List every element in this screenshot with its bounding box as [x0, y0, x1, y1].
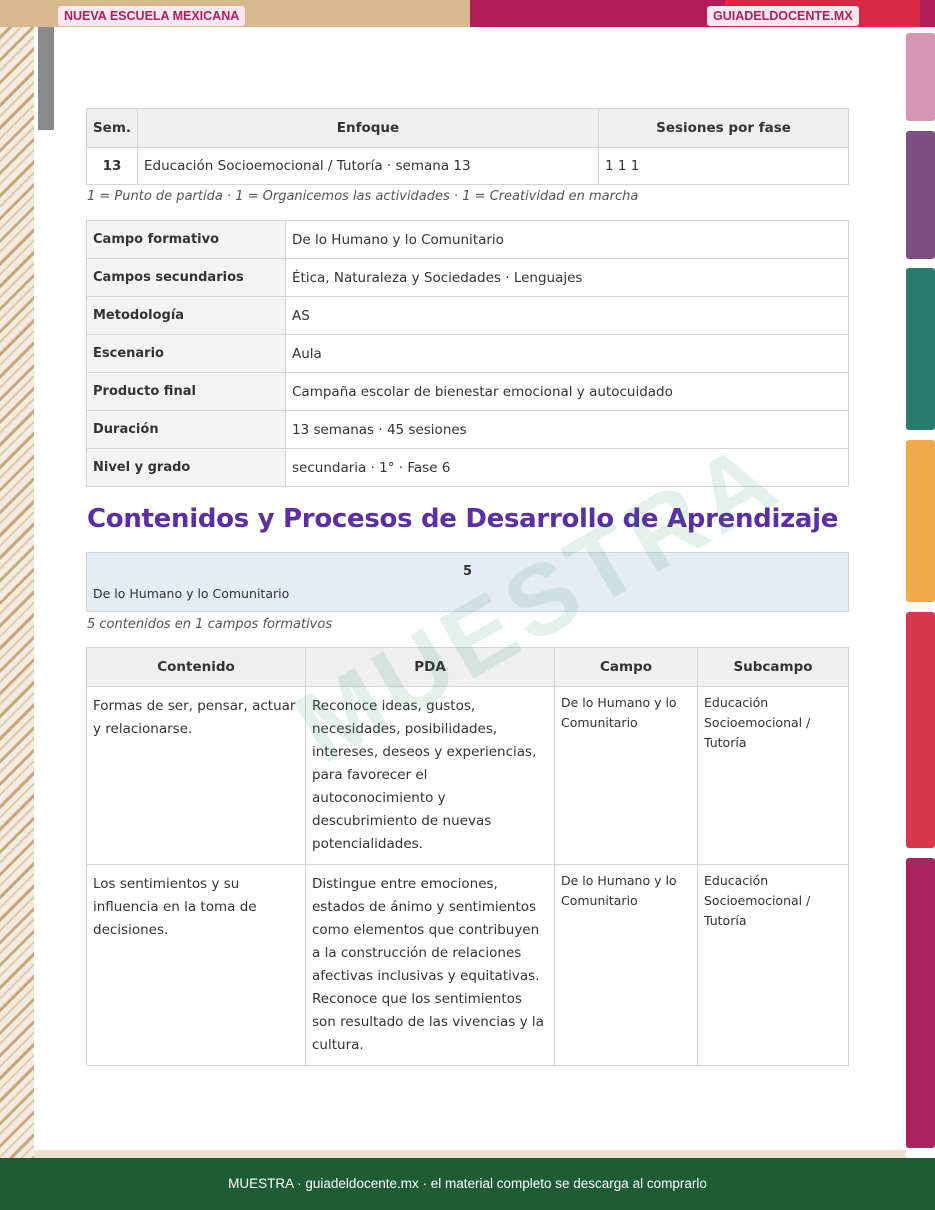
- header-contenido: Contenido: [86, 647, 306, 687]
- right-stripe-teal: [906, 268, 935, 430]
- table-row: Los sentimientos y su influencia en la t…: [86, 864, 849, 1066]
- contents-header-row: Contenido PDA Campo Subcampo: [86, 647, 849, 687]
- detail-key: Escenario: [86, 334, 286, 373]
- sem-value: 13: [86, 147, 138, 185]
- subcampo-cell: Educación Socioemocional / Tutoría: [697, 864, 849, 1066]
- contents-table: Contenido PDA Campo Subcampo Formas de s…: [86, 647, 849, 1066]
- enfoque-value: Educación Socioemocional / Tutoría · sem…: [137, 147, 599, 185]
- header-subcampo: Subcampo: [697, 647, 849, 687]
- summary-header-row: Sem. Enfoque Sesiones por fase: [86, 108, 849, 148]
- section-title: Contenidos y Procesos de Desarrollo de A…: [87, 504, 839, 534]
- site-badge: GUIADELDOCENTE.MX: [707, 6, 859, 26]
- detail-key: Nivel y grado: [86, 448, 286, 487]
- contenido-cell: Los sentimientos y su influencia en la t…: [86, 864, 306, 1066]
- detail-row: Producto final Campaña escolar de bienest…: [86, 372, 849, 411]
- detail-key: Campos secundarios: [86, 258, 286, 297]
- detail-row: Nivel y grado secundaria · 1° · Fase 6: [86, 448, 849, 487]
- header-sesiones: Sesiones por fase: [598, 108, 849, 148]
- left-gray-bar: [38, 27, 54, 130]
- campo-cell: De lo Humano y lo Comunitario: [554, 864, 698, 1066]
- right-stripe-red: [906, 612, 935, 848]
- detail-value: Campaña escolar de bienestar emocional y…: [285, 372, 849, 411]
- detail-value: 13 semanas · 45 sesiones: [285, 410, 849, 449]
- sesiones-value: 1 1 1: [598, 147, 849, 185]
- detail-row: Duración 13 semanas · 45 sesiones: [86, 410, 849, 449]
- contents-note: 5 contenidos en 1 campos formativos: [87, 617, 333, 632]
- table-row: Formas de ser, pensar, actuar y relacion…: [86, 686, 849, 865]
- footer-bar: MUESTRA · guiadeldocente.mx · el materia…: [0, 1158, 935, 1210]
- right-stripe-orange: [906, 440, 935, 602]
- contenido-cell: Formas de ser, pensar, actuar y relacion…: [86, 686, 306, 865]
- right-stripe-purple: [906, 131, 935, 259]
- header-sem: Sem.: [86, 108, 138, 148]
- pda-cell: Distingue entre emociones, estados de án…: [305, 864, 555, 1066]
- subcampo-cell: Educación Socioemocional / Tutoría: [697, 686, 849, 865]
- sessions-note: 1 = Punto de partida · 1 = Organicemos l…: [87, 189, 639, 204]
- detail-key: Duración: [86, 410, 286, 449]
- footer-text: MUESTRA · guiadeldocente.mx · el materia…: [228, 1176, 707, 1191]
- detail-value: secundaria · 1° · Fase 6: [285, 448, 849, 487]
- campo-count: 5: [462, 564, 473, 579]
- left-ornament: [0, 27, 34, 1160]
- header-enfoque: Enfoque: [137, 108, 599, 148]
- campo-box: 5 De lo Humano y lo Comunitario: [86, 552, 849, 612]
- detail-value: Ética, Naturaleza y Sociedades · Lenguaj…: [285, 258, 849, 297]
- detail-row: Metodología AS: [86, 296, 849, 335]
- details-table: Campo formativo De lo Humano y lo Comunit…: [86, 220, 849, 487]
- header-campo: Campo: [554, 647, 698, 687]
- detail-value: AS: [285, 296, 849, 335]
- detail-row: Campo formativo De lo Humano y lo Comunit…: [86, 220, 849, 259]
- detail-value: De lo Humano y lo Comunitario: [285, 220, 849, 259]
- detail-key: Producto final: [86, 372, 286, 411]
- detail-value: Aula: [285, 334, 849, 373]
- right-stripe-magenta: [906, 858, 935, 1148]
- nem-badge: NUEVA ESCUELA MEXICANA: [58, 6, 246, 26]
- detail-row: Campos secundarios Ética, Naturaleza y So…: [86, 258, 849, 297]
- campo-name: De lo Humano y lo Comunitario: [93, 586, 290, 601]
- footer-divider: [34, 1150, 906, 1158]
- top-band: NUEVA ESCUELA MEXICANA GUIADELDOCENTE.MX: [0, 0, 935, 27]
- detail-key: Metodología: [86, 296, 286, 335]
- header-pda: PDA: [305, 647, 555, 687]
- detail-key: Campo formativo: [86, 220, 286, 259]
- right-stripe-pink: [906, 33, 935, 121]
- campo-cell: De lo Humano y lo Comunitario: [554, 686, 698, 865]
- summary-row: 13 Educación Socioemocional / Tutoría · …: [86, 147, 849, 185]
- summary-table: Sem. Enfoque Sesiones por fase 13 Educac…: [86, 108, 849, 185]
- detail-row: Escenario Aula: [86, 334, 849, 373]
- pda-cell: Reconoce ideas, gustos, necesidades, pos…: [305, 686, 555, 865]
